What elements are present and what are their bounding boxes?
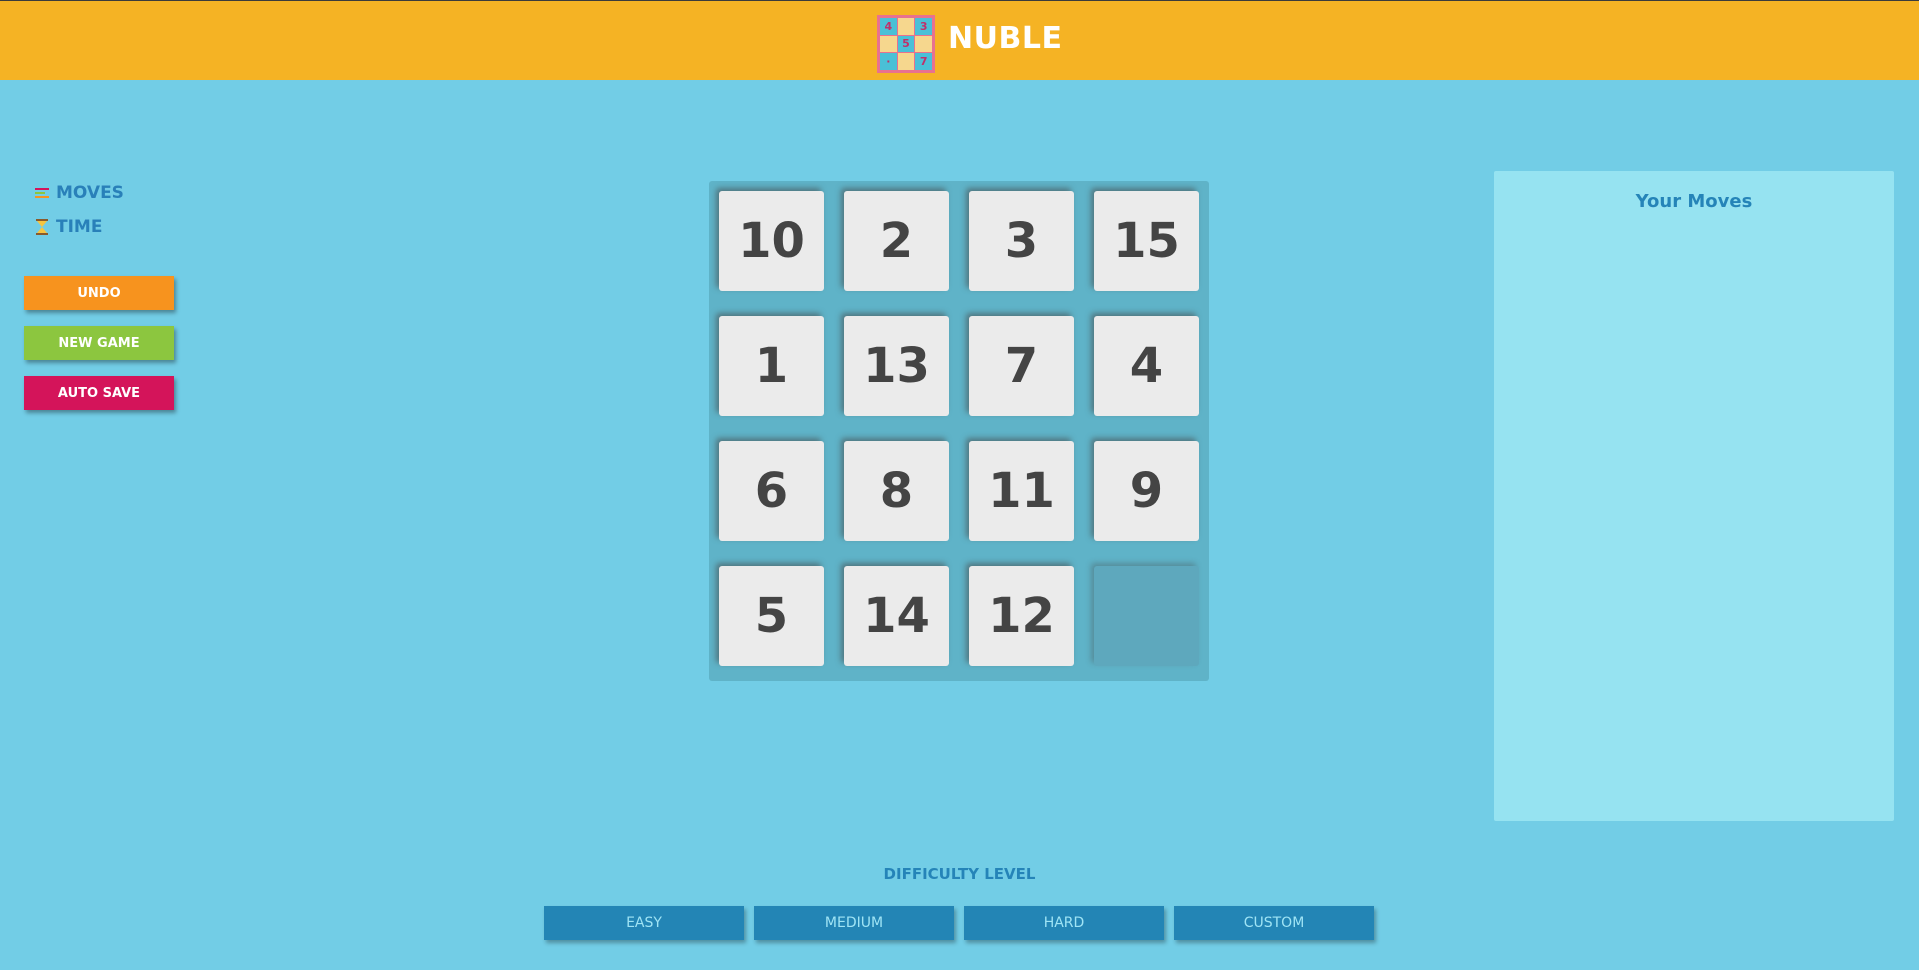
difficulty-hard-button[interactable]: HARD — [964, 906, 1164, 940]
time-stat: TIME — [34, 210, 124, 244]
puzzle-tile[interactable]: 13 — [844, 316, 949, 416]
moves-history-title: Your Moves — [1635, 191, 1753, 212]
logo-cell: 7 — [915, 53, 932, 70]
hourglass-icon — [34, 219, 50, 235]
empty-slot — [1094, 566, 1199, 666]
puzzle-tile[interactable]: 1 — [719, 316, 824, 416]
puzzle-tile[interactable]: 7 — [969, 316, 1074, 416]
puzzle-tile[interactable]: 14 — [844, 566, 949, 666]
puzzle-tile[interactable]: 12 — [969, 566, 1074, 666]
app-logo: 4 3 5 · 7 — [877, 15, 935, 73]
difficulty-medium-button[interactable]: MEDIUM — [754, 906, 954, 940]
logo-cell — [915, 35, 932, 53]
puzzle-tile[interactable]: 11 — [969, 441, 1074, 541]
difficulty-custom-button[interactable]: CUSTOM — [1174, 906, 1374, 940]
puzzle-tile[interactable]: 4 — [1094, 316, 1199, 416]
puzzle-tile[interactable]: 9 — [1094, 441, 1199, 541]
logo-cell — [880, 35, 897, 53]
new-game-button[interactable]: NEW GAME — [24, 326, 174, 360]
puzzle-tile[interactable]: 5 — [719, 566, 824, 666]
puzzle-tile[interactable]: 2 — [844, 191, 949, 291]
puzzle-board: 10 2 3 15 1 13 7 4 6 8 11 9 5 14 12 — [709, 181, 1209, 681]
logo-cell: 3 — [915, 18, 932, 35]
logo-cell: 4 — [880, 18, 897, 35]
puzzle-tile[interactable]: 8 — [844, 441, 949, 541]
puzzle-tile[interactable]: 10 — [719, 191, 824, 291]
moves-label: MOVES — [56, 183, 124, 203]
logo-cell: · — [880, 53, 897, 70]
moves-stat: MOVES — [34, 176, 124, 210]
difficulty-easy-button[interactable]: EASY — [544, 906, 744, 940]
puzzle-tile[interactable]: 3 — [969, 191, 1074, 291]
logo-cell: 5 — [897, 35, 915, 53]
logo-cell — [897, 53, 915, 70]
moves-history-panel: Your Moves — [1494, 171, 1894, 821]
auto-save-button[interactable]: AUTO SAVE — [24, 376, 174, 410]
app-title: NUBLE — [948, 21, 1063, 56]
moves-icon — [34, 185, 50, 201]
header-bar: 4 3 5 · 7 NUBLE — [0, 0, 1919, 80]
stats-panel: MOVES TIME — [34, 176, 124, 244]
time-label: TIME — [56, 217, 103, 237]
logo-cell — [897, 18, 915, 35]
difficulty-label: DIFFICULTY LEVEL — [883, 865, 1036, 883]
puzzle-tile[interactable]: 15 — [1094, 191, 1199, 291]
undo-button[interactable]: UNDO — [24, 276, 174, 310]
puzzle-tile[interactable]: 6 — [719, 441, 824, 541]
